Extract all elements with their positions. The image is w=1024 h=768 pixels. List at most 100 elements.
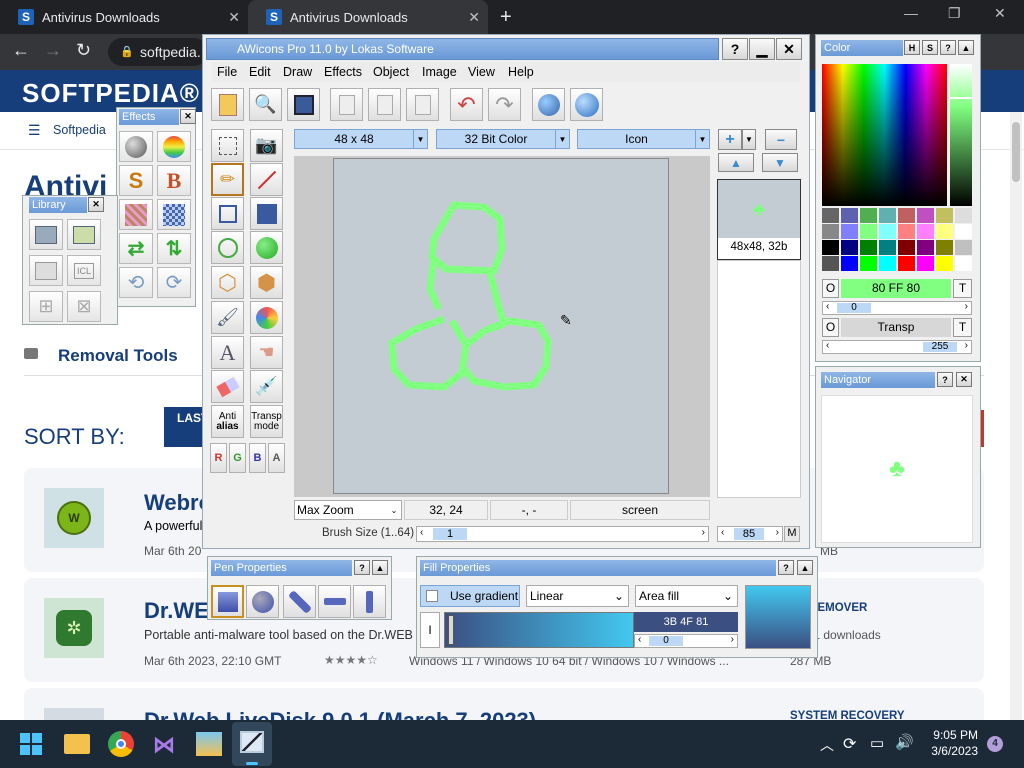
close-icon[interactable]: ✕ <box>180 109 196 124</box>
pen-round-icon[interactable] <box>246 585 279 618</box>
reload-icon[interactable]: ↻ <box>76 40 91 61</box>
channel-a-toggle[interactable]: A <box>268 443 285 473</box>
file-explorer-icon[interactable] <box>64 734 90 754</box>
address-input[interactable]: 🔒 softpedia. <box>108 38 208 66</box>
flip-arrows-icon[interactable]: ⇅ <box>157 233 191 264</box>
checkbox-box[interactable] <box>426 590 438 602</box>
menu-file[interactable]: File <box>217 65 237 79</box>
text-effect-s-icon[interactable]: S <box>119 165 153 196</box>
brightness-handle[interactable] <box>950 97 972 99</box>
rectangle-tool-icon[interactable] <box>211 197 244 230</box>
undo-icon[interactable]: ↶ <box>450 88 483 121</box>
close-icon[interactable]: ✕ <box>88 197 104 212</box>
gradient-color-value[interactable]: 3B 4F 81 <box>634 612 738 632</box>
help-icon[interactable]: ? <box>778 560 794 575</box>
camera-icon[interactable]: 📷 <box>250 129 283 162</box>
color-swatches[interactable] <box>822 208 972 271</box>
chevron-right-icon[interactable]: › <box>702 527 705 538</box>
text-tool-icon[interactable]: A <box>211 336 244 369</box>
rotate-left-icon[interactable]: ⟲ <box>119 267 153 298</box>
menu-image[interactable]: Image <box>422 65 457 79</box>
fg-transparent-button[interactable]: T <box>953 279 972 298</box>
size-select[interactable]: 48 x 48 ▼ <box>294 129 428 149</box>
channel-r-toggle[interactable]: R <box>210 443 227 473</box>
close-tab-icon[interactable]: ✕ <box>468 9 480 26</box>
library-open-icon[interactable] <box>67 219 101 250</box>
add-format-icon[interactable]: + <box>718 129 742 150</box>
pen-horizontal-icon[interactable] <box>318 585 351 618</box>
pen-square-icon[interactable] <box>211 585 244 618</box>
text-effect-b-icon[interactable]: B <box>157 165 191 196</box>
smudge-tool-icon[interactable]: ☚ <box>250 336 283 369</box>
page-scrollbar[interactable] <box>1010 112 1022 720</box>
bg-transparent-button[interactable]: T <box>953 318 972 337</box>
bg-alpha-slider[interactable]: ‹ 255 › <box>822 340 972 354</box>
image-type-select[interactable]: Icon ▼ <box>577 129 710 149</box>
gradient-type-select[interactable]: Linear ⌄ <box>526 585 629 607</box>
chevron-left-icon[interactable]: ‹ <box>420 527 423 538</box>
sphere-effect-icon[interactable] <box>119 131 153 162</box>
pin-icon[interactable]: ✕ <box>956 372 972 387</box>
ellipse-tool-icon[interactable] <box>211 231 244 264</box>
format-thumbnail[interactable]: ♣ 48x48, 32b <box>717 179 801 260</box>
chevron-left-icon[interactable]: ‹ <box>826 301 829 312</box>
chevron-right-icon[interactable]: › <box>965 301 968 312</box>
paste-icon[interactable] <box>368 88 401 121</box>
eyedropper-tool-icon[interactable]: 💉 <box>250 370 283 403</box>
texture-effect-icon[interactable] <box>119 199 153 230</box>
rotate-right-icon[interactable]: ⟳ <box>157 267 191 298</box>
move-down-icon[interactable]: ▼ <box>762 153 798 172</box>
minimize-icon[interactable]: — <box>904 5 918 21</box>
zoom-select[interactable]: Max Zoom ⌄ <box>294 500 402 520</box>
visual-studio-icon[interactable]: ⋈ <box>153 732 175 758</box>
app-installer-icon[interactable] <box>196 732 222 756</box>
site-logo[interactable]: SOFTPEDIA® <box>22 78 200 109</box>
chevron-right-icon[interactable]: › <box>731 634 734 645</box>
menu-view[interactable]: View <box>468 65 495 79</box>
library-add-icon[interactable]: ⊞ <box>29 291 63 322</box>
close-window-icon[interactable]: ✕ <box>994 5 1006 22</box>
volume-icon[interactable]: 🔊 <box>895 733 914 751</box>
fg-alpha-slider[interactable]: ‹ 0 › <box>822 301 972 315</box>
browser-tab-active[interactable]: S Antivirus Downloads ✕ <box>248 0 488 34</box>
forward-icon[interactable]: → <box>44 40 62 61</box>
library-delete-icon[interactable]: ⊠ <box>67 291 101 322</box>
chevron-left-icon[interactable]: ‹ <box>638 634 641 645</box>
minimize-icon[interactable]: ▁ <box>749 38 775 60</box>
restore-icon[interactable]: ❐ <box>948 5 961 22</box>
drawing-canvas[interactable] <box>333 158 669 494</box>
bg-opaque-button[interactable]: O <box>822 318 839 337</box>
zoom-max-button[interactable]: M <box>784 526 800 542</box>
color-spectrum[interactable] <box>822 64 947 206</box>
paste-special-icon[interactable] <box>406 88 439 121</box>
color-depth-select[interactable]: 32 Bit Color ▼ <box>436 129 570 149</box>
zoom-slider[interactable]: ‹ 85 › <box>717 526 783 542</box>
start-windows-icon[interactable] <box>20 733 42 755</box>
fg-color-value[interactable]: 80 FF 80 <box>841 279 951 298</box>
transp-mode-button[interactable]: Transp mode <box>250 405 283 438</box>
help-icon[interactable]: ? <box>354 560 370 575</box>
gradient-start-marker[interactable]: I <box>420 612 440 648</box>
category-link[interactable]: Removal Tools <box>58 346 178 366</box>
menu-effects[interactable]: Effects <box>324 65 362 79</box>
browser-tab[interactable]: S Antivirus Downloads ✕ <box>0 0 248 34</box>
h-mode-icon[interactable]: H <box>904 40 920 55</box>
sync-icon[interactable]: ⟳ <box>843 734 856 754</box>
notification-badge[interactable]: 4 <box>987 736 1003 752</box>
gradient-alpha-slider[interactable]: ‹ 0 › <box>634 634 738 648</box>
menu-icon[interactable]: ☰ <box>28 122 41 139</box>
fill-tool-icon[interactable] <box>250 301 283 334</box>
chevron-up-icon[interactable]: ︿ <box>820 735 834 755</box>
move-up-icon[interactable]: ▲ <box>718 153 754 172</box>
menu-object[interactable]: Object <box>373 65 409 79</box>
pencil-tool-icon[interactable]: ✏ <box>211 163 244 196</box>
library-ico-icon[interactable]: ICL <box>67 255 101 286</box>
help-icon[interactable]: ? <box>722 38 748 60</box>
pen-vertical-icon[interactable] <box>353 585 386 618</box>
swap-arrows-icon[interactable]: ⇄ <box>119 233 153 264</box>
chevron-right-icon[interactable]: › <box>776 527 779 538</box>
fill-mode-select[interactable]: Area fill ⌄ <box>635 585 738 607</box>
checker-effect-icon[interactable] <box>157 199 191 230</box>
screen-button[interactable]: screen <box>570 500 710 520</box>
line-tool-icon[interactable] <box>250 163 283 196</box>
